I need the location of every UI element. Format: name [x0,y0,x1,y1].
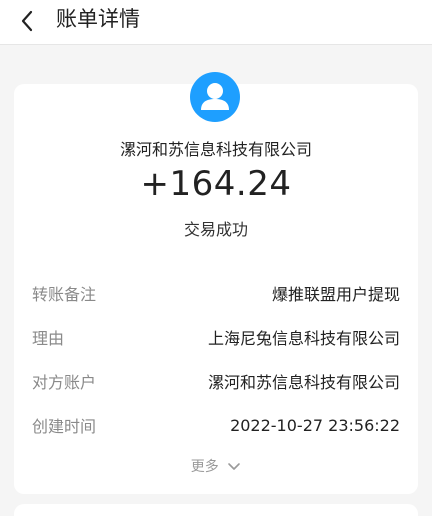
chevron-left-icon [21,10,33,32]
detail-value: 上海尼兔信息科技有限公司 [207,329,400,348]
detail-label: 创建时间 [32,417,97,436]
detail-row-counterparty: 对方账户 漯河和苏信息科技有限公司 [32,366,400,396]
detail-value: 爆推联盟用户提现 [271,285,400,304]
detail-row-remark: 转账备注 爆推联盟用户提现 [32,278,400,308]
transaction-amount: +164.24 [140,164,292,204]
detail-row-reason: 理由 上海尼兔信息科技有限公司 [32,322,400,352]
detail-value: 2022-10-27 23:56:22 [230,415,400,435]
detail-value: 漯河和苏信息科技有限公司 [207,373,400,392]
bill-detail-card: 漯河和苏信息科技有限公司 +164.24 交易成功 转账备注 爆推联盟用户提现 … [14,72,418,494]
user-avatar-icon [190,72,240,122]
chevron-down-icon [228,463,241,470]
detail-label: 理由 [32,329,65,348]
more-button[interactable]: 更多 [14,456,418,476]
transaction-status: 交易成功 [183,220,248,239]
detail-label: 对方账户 [32,373,97,392]
page-title: 账单详情 [56,7,140,31]
detail-row-created-time: 创建时间 2022-10-27 23:56:22 [32,410,400,440]
more-label: 更多 [190,459,219,475]
top-bar: 账单详情 [0,0,432,45]
detail-label: 转账备注 [32,285,97,304]
next-card-edge [14,504,418,516]
back-button[interactable] [10,4,44,38]
payee-name: 漯河和苏信息科技有限公司 [119,140,312,159]
